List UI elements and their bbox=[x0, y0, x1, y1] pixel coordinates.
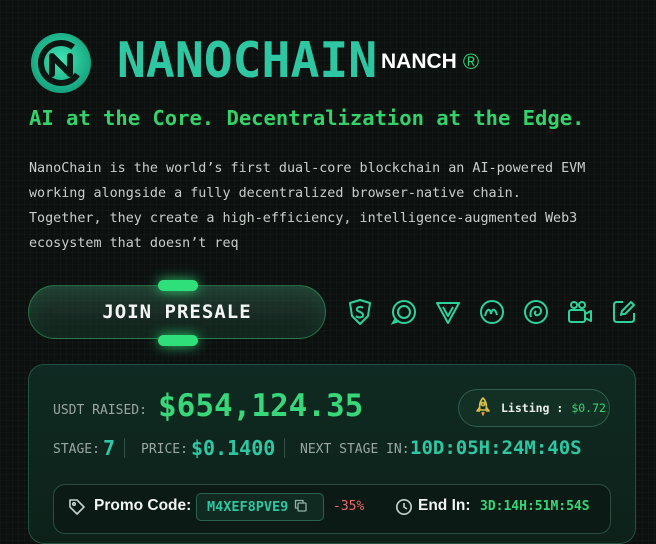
coin-check-icon[interactable] bbox=[390, 298, 418, 326]
tag-icon bbox=[68, 498, 86, 520]
usdt-raised-label: USDT RAISED: bbox=[53, 403, 147, 418]
clock-icon bbox=[395, 498, 413, 520]
description-line: NanoChain is the world’s first dual-core… bbox=[29, 161, 586, 176]
rocket-icon bbox=[473, 396, 493, 420]
description-line: working alongside a fully decentralized … bbox=[29, 186, 521, 201]
video-camera-icon[interactable] bbox=[566, 298, 594, 326]
ticker: NANCH ® bbox=[381, 48, 479, 76]
registered-mark: ® bbox=[462, 49, 480, 74]
price-label: PRICE: bbox=[141, 442, 188, 457]
discount-badge: -35% bbox=[333, 499, 365, 514]
ticker-symbol: NANCH bbox=[381, 50, 457, 73]
brand-name: NANOCHAIN bbox=[117, 32, 378, 89]
shield-s-icon[interactable] bbox=[346, 298, 374, 326]
description-line: ecosystem that doesn’t req bbox=[29, 236, 239, 251]
copy-icon[interactable] bbox=[294, 499, 307, 516]
promo-end-countdown: 3D:14H:51M:54S bbox=[480, 499, 590, 514]
divider bbox=[284, 438, 285, 458]
external-edit-icon[interactable] bbox=[610, 298, 638, 326]
next-stage-label: NEXT STAGE IN: bbox=[300, 442, 410, 457]
v-badge-icon[interactable] bbox=[434, 298, 462, 326]
listing-label: Listing : bbox=[501, 401, 564, 415]
glow-pill-bottom bbox=[158, 335, 198, 346]
divider bbox=[124, 438, 125, 458]
description: NanoChain is the world’s first dual-core… bbox=[29, 156, 629, 256]
next-stage-countdown: 10D:05H:24M:40S bbox=[410, 437, 582, 459]
usdt-raised-value: $654,124.35 bbox=[158, 388, 364, 424]
price-value: $0.1400 bbox=[191, 436, 276, 460]
join-presale-button[interactable]: JOIN PRESALE bbox=[28, 285, 326, 339]
listing-badge: Listing : $0.72 bbox=[458, 389, 610, 427]
swirl-icon[interactable] bbox=[478, 298, 506, 326]
nanochain-logo-icon bbox=[30, 32, 92, 94]
end-in-label: End In: bbox=[418, 497, 471, 514]
promo-code-label: Promo Code: bbox=[94, 497, 192, 514]
description-line: Together, they create a high-efficiency,… bbox=[29, 211, 578, 226]
glow-pill-top bbox=[158, 280, 198, 291]
stage-value: 7 bbox=[103, 436, 116, 460]
spiral-icon[interactable] bbox=[522, 298, 550, 326]
stage-label: STAGE: bbox=[53, 442, 100, 457]
listing-price: $0.72 bbox=[571, 401, 606, 415]
promo-code-copy[interactable]: M4XEF8PVE9 bbox=[196, 493, 324, 521]
tagline: AI at the Core. Decentralization at the … bbox=[29, 106, 585, 130]
promo-code-value: M4XEF8PVE9 bbox=[207, 499, 289, 515]
